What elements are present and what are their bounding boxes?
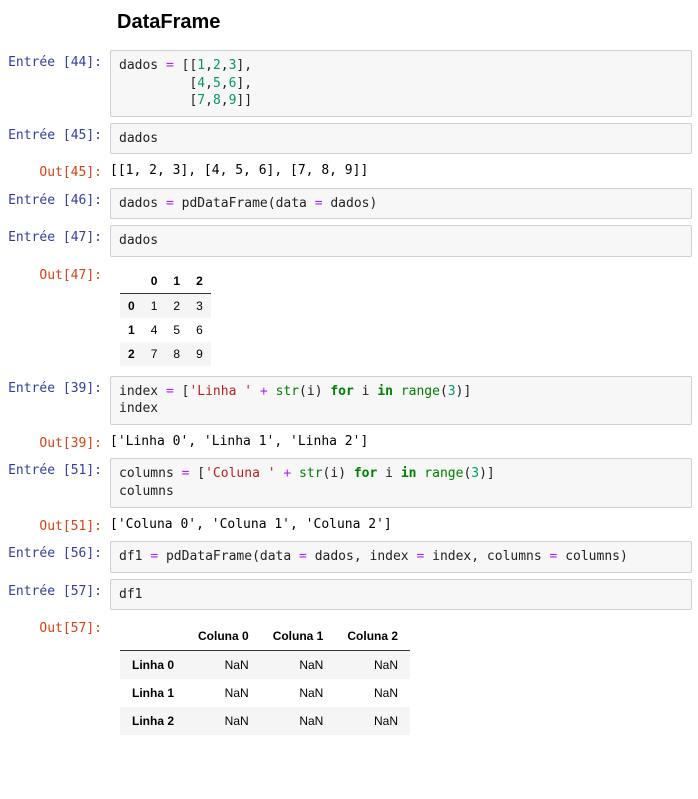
prompt-out: Out[47]: [0, 263, 110, 283]
code-input[interactable]: dados = [[1,2,3], [4,5,6], [7,8,9]] [110, 50, 692, 117]
code-input[interactable]: df1 = pdDataFrame(data = dados, index = … [110, 541, 692, 573]
output-text: ['Coluna 0', 'Coluna 1', 'Coluna 2'] [110, 514, 692, 536]
table-row: Linha 2 NaN NaN NaN [120, 707, 410, 735]
prompt-in: Entrée [46]: [0, 188, 110, 208]
row-header: Linha 2 [120, 707, 186, 735]
row-header: 1 [120, 318, 143, 342]
table-row: 1 4 5 6 [120, 318, 211, 342]
cell-out-39: Out[39]: ['Linha 0', 'Linha 1', 'Linha 2… [0, 431, 698, 453]
cell-in-56: Entrée [56]: df1 = pdDataFrame(data = da… [0, 541, 698, 573]
prompt-in: Entrée [47]: [0, 225, 110, 245]
prompt-in: Entrée [45]: [0, 123, 110, 143]
row-header: 0 [120, 293, 143, 318]
table-row: 0 1 2 3 [120, 293, 211, 318]
prompt-out: Out[51]: [0, 514, 110, 534]
table-row: Linha 1 NaN NaN NaN [120, 679, 410, 707]
cell-in-51: Entrée [51]: columns = ['Coluna ' + str(… [0, 458, 698, 507]
cell-in-47: Entrée [47]: dados [0, 225, 698, 257]
code-input[interactable]: dados [110, 123, 692, 155]
cell-out-47: Out[47]: 0 1 2 0 1 2 3 [0, 263, 698, 370]
cell-in-39: Entrée [39]: index = ['Linha ' + str(i) … [0, 376, 698, 425]
section-title: DataFrame [117, 11, 698, 34]
code-text: dados = [[1,2,3], [4,5,6], [7,8,9]] [119, 57, 683, 110]
col-header: 1 [165, 269, 188, 294]
prompt-out: Out[57]: [0, 616, 110, 636]
code-input[interactable]: dados [110, 225, 692, 257]
prompt-out: Out[39]: [0, 431, 110, 451]
dataframe-table-small: 0 1 2 0 1 2 3 1 4 5 [120, 269, 211, 366]
cell-in-45: Entrée [45]: dados [0, 123, 698, 155]
row-header: Linha 0 [120, 651, 186, 680]
prompt-in: Entrée [39]: [0, 376, 110, 396]
prompt-in: Entrée [57]: [0, 579, 110, 599]
col-header: Coluna 2 [335, 622, 410, 651]
row-header: Linha 1 [120, 679, 186, 707]
code-text: df1 [119, 586, 683, 604]
col-header: Coluna 1 [261, 622, 336, 651]
cell-out-57: Out[57]: Coluna 0 Coluna 1 Coluna 2 Linh… [0, 616, 698, 739]
code-input[interactable]: dados = pdDataFrame(data = dados) [110, 188, 692, 220]
code-input[interactable]: columns = ['Coluna ' + str(i) for i in r… [110, 458, 692, 507]
dataframe-table-big: Coluna 0 Coluna 1 Coluna 2 Linha 0 NaN N… [120, 622, 410, 735]
col-header: 0 [143, 269, 166, 294]
notebook: DataFrame Entrée [44]: dados = [[1,2,3],… [0, 11, 698, 739]
code-text: index = ['Linha ' + str(i) for i in rang… [119, 383, 683, 418]
prompt-in: Entrée [44]: [0, 50, 110, 70]
code-input[interactable]: df1 [110, 579, 692, 611]
cell-in-44: Entrée [44]: dados = [[1,2,3], [4,5,6], … [0, 50, 698, 117]
prompt-in: Entrée [56]: [0, 541, 110, 561]
code-text: dados [119, 232, 683, 250]
cell-out-51: Out[51]: ['Coluna 0', 'Coluna 1', 'Colun… [0, 514, 698, 536]
code-input[interactable]: index = ['Linha ' + str(i) for i in rang… [110, 376, 692, 425]
prompt-in: Entrée [51]: [0, 458, 110, 478]
code-text: dados = pdDataFrame(data = dados) [119, 195, 683, 213]
cell-in-57: Entrée [57]: df1 [0, 579, 698, 611]
output-text: ['Linha 0', 'Linha 1', 'Linha 2'] [110, 431, 692, 453]
row-header: 2 [120, 342, 143, 366]
cell-out-45: Out[45]: [[1, 2, 3], [4, 5, 6], [7, 8, 9… [0, 160, 698, 182]
cell-in-46: Entrée [46]: dados = pdDataFrame(data = … [0, 188, 698, 220]
output-text: [[1, 2, 3], [4, 5, 6], [7, 8, 9]] [110, 160, 692, 182]
code-text: columns = ['Coluna ' + str(i) for i in r… [119, 465, 683, 500]
code-text: dados [119, 130, 683, 148]
table-row: 2 7 8 9 [120, 342, 211, 366]
table-row: Linha 0 NaN NaN NaN [120, 651, 410, 680]
col-header: Coluna 0 [186, 622, 261, 651]
prompt-out: Out[45]: [0, 160, 110, 180]
code-text: df1 = pdDataFrame(data = dados, index = … [119, 548, 683, 566]
col-header: 2 [188, 269, 211, 294]
